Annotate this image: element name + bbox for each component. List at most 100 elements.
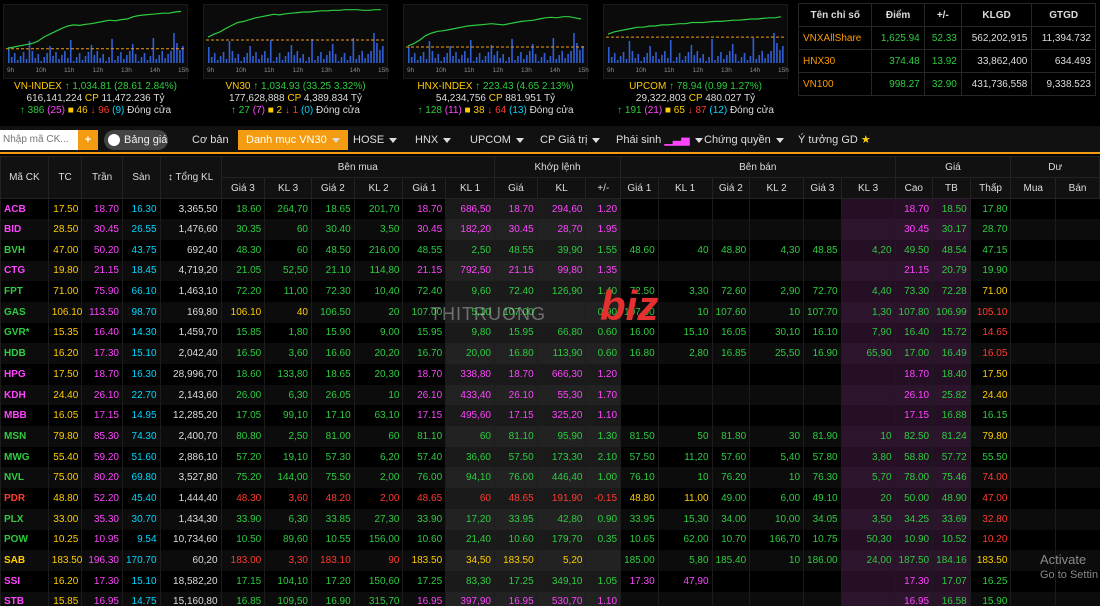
price-cell: 28.50 xyxy=(47,219,82,240)
price-cell: 16.90 xyxy=(311,591,355,606)
column-header[interactable]: KL 1 xyxy=(445,177,495,199)
symbol-input[interactable] xyxy=(0,130,78,150)
chevron-down-icon xyxy=(389,137,398,143)
tab-3[interactable]: UPCOM xyxy=(462,130,532,150)
stock-symbol[interactable]: FPT xyxy=(0,281,49,302)
stock-symbol[interactable]: BID xyxy=(0,219,49,240)
column-group-header[interactable]: Trần xyxy=(81,156,123,199)
index-card-vnindex[interactable]: 9h 10h 11h 12h 13h 14h 15h VN-INDEX ↑ 1,034.81 … xyxy=(3,4,189,120)
stock-row[interactable]: CTG 19.80 21.15 18.45 4,719,20 21.05 52,50 21.1… xyxy=(0,260,1100,282)
stock-symbol[interactable]: MWG xyxy=(0,446,49,468)
stock-symbol[interactable]: GVR* xyxy=(0,322,49,344)
column-group-header[interactable]: ↕ Tổng KL xyxy=(159,156,222,199)
column-header[interactable]: Bán xyxy=(1055,177,1100,199)
advancers-count: 128 xyxy=(425,105,442,116)
column-header[interactable]: Giá 1 xyxy=(402,177,447,199)
stock-row[interactable]: FPT 71.00 75.90 66.10 1,463,10 72.20 11,00 72.3… xyxy=(0,281,1100,302)
price-cell: 10,40 xyxy=(353,281,403,302)
stock-row[interactable]: MWG 55.40 59.20 51.60 2,886,10 57.20 19,10 57.3… xyxy=(0,446,1100,468)
stock-row[interactable]: SAB 183.50 196.30 170.70 60,20 183.00 3,30 183.… xyxy=(0,550,1100,571)
column-header[interactable]: KL xyxy=(536,177,587,199)
stock-row[interactable]: BVH 47.00 50.20 43.75 692,40 48.30 60 48.50 216,… xyxy=(0,239,1100,261)
stock-symbol[interactable]: KDH xyxy=(0,384,49,406)
stock-symbol[interactable]: PLX xyxy=(0,508,49,530)
stock-row[interactable]: BID 28.50 30.45 26.55 1,476,60 30.35 60 30.40 3,… xyxy=(0,219,1100,240)
summary-row[interactable]: HNX30 374.48 13.92 33,862,400 634.493 xyxy=(797,49,1096,73)
stock-symbol[interactable]: POW xyxy=(0,529,49,551)
stock-row[interactable]: ACB 17.50 18.70 16.30 3,365,50 18.60 264,70 18.… xyxy=(0,198,1100,220)
stock-symbol[interactable]: STB xyxy=(0,591,49,606)
tab-2[interactable]: HNX xyxy=(407,130,459,150)
stock-symbol[interactable]: MSN xyxy=(0,426,49,447)
summary-name: VNXAllShare xyxy=(797,26,873,50)
column-header[interactable]: +/- xyxy=(585,177,622,199)
price-cell: 196.30 xyxy=(81,550,123,571)
add-symbol-button[interactable]: + xyxy=(78,130,98,150)
column-group-header[interactable]: TC xyxy=(47,156,83,199)
stock-row[interactable]: KDH 24.40 26.10 22.70 2,143,60 26.00 6,30 26.05… xyxy=(0,384,1100,406)
stock-row[interactable]: GAS 106.10 113.50 98.70 169,80 106.10 40 106.50… xyxy=(0,301,1100,323)
tab-label: HNX xyxy=(415,134,439,146)
tab-6[interactable]: Chứng quyền xyxy=(696,130,792,150)
stock-row[interactable]: SSI 16.20 17.30 15.10 18,582,20 17.15 104,10 17… xyxy=(0,570,1100,592)
column-header[interactable]: KL 3 xyxy=(840,177,896,199)
column-header[interactable]: Thấp xyxy=(969,177,1012,199)
column-header[interactable]: KL 2 xyxy=(353,177,404,199)
price-cell: 17.15 xyxy=(494,405,538,427)
column-header[interactable]: Giá 2 xyxy=(711,177,751,199)
stock-symbol[interactable]: NVL xyxy=(0,467,49,489)
price-cell xyxy=(749,384,804,406)
price-cell: 126,90 xyxy=(536,281,586,302)
stock-symbol[interactable]: PDR xyxy=(0,488,49,509)
stock-symbol[interactable]: ACB xyxy=(0,198,49,220)
stock-row[interactable]: PDR 48.80 52.20 45.40 1,444,40 48.30 3,60 48.20… xyxy=(0,488,1100,509)
stock-row[interactable]: STB 15.85 16.95 14.75 15,160,80 16.85 109,50 16… xyxy=(0,591,1100,606)
stock-symbol[interactable]: BVH xyxy=(0,239,49,261)
summary-row[interactable]: VN100 998.27 32.90 431,736,558 9,338.523 xyxy=(797,72,1096,96)
volume-bar xyxy=(761,51,763,63)
price-cell: 17.07 xyxy=(932,570,971,592)
stock-symbol[interactable]: CTG xyxy=(0,260,49,282)
stock-row[interactable]: HDB 16.20 17.30 15.10 2,042,40 16.50 3,60 16.60… xyxy=(0,343,1100,364)
stock-symbol[interactable]: SSI xyxy=(0,570,49,592)
column-header[interactable]: Mua xyxy=(1010,177,1057,199)
stock-row[interactable]: MBB 16.05 17.15 14.95 12,285,20 17.05 99,10 17.… xyxy=(0,405,1100,427)
price-board: Mã CK TC Trần Sàn ↕ Tổng KL Bên mua Khớp lệnh B… xyxy=(0,156,1100,606)
stock-row[interactable]: NVL 75.00 80.20 69.80 3,527,80 75.20 144,00 75.… xyxy=(0,467,1100,489)
column-header[interactable]: KL 1 xyxy=(657,177,713,199)
stock-row[interactable]: POW 10.25 10.95 9.54 10,734,60 10.50 89,60 10.5… xyxy=(0,529,1100,551)
column-header[interactable]: Giá 1 xyxy=(620,177,659,199)
stock-symbol[interactable]: GAS xyxy=(0,301,49,323)
stock-symbol[interactable]: HDB xyxy=(0,343,49,364)
index-card-vn30[interactable]: 9h 10h 11h 12h 13h 14h 15h VN30 ↑ 1,034.93 (33.… xyxy=(203,4,389,120)
volume-bar xyxy=(425,59,428,63)
stock-row[interactable]: GVR* 15.35 16.40 14.30 1,459,70 15.85 1,80 15.9… xyxy=(0,322,1100,344)
tab-7[interactable]: Ý tưởng GD ★ xyxy=(790,130,879,150)
column-header[interactable]: Cao xyxy=(894,177,934,199)
column-header[interactable]: Giá 2 xyxy=(311,177,355,199)
tab-1[interactable]: HOSE xyxy=(345,130,405,150)
column-group-header[interactable]: Mã CK xyxy=(0,156,49,199)
index-card-upcom[interactable]: 9h 10h 11h 12h 13h 14h 15h UPCOM ↑ 78.94 (0.99 … xyxy=(603,4,789,120)
stock-symbol[interactable]: SAB xyxy=(0,550,49,571)
price-board-toggle[interactable]: Bảng giá xyxy=(104,130,168,150)
stock-row[interactable]: PLX 33.00 35.30 30.70 1,434,30 33.90 6,30 33.85… xyxy=(0,508,1100,530)
tab-0[interactable]: Danh mục VN30 xyxy=(238,130,348,150)
time-tick: 9h xyxy=(7,67,15,74)
column-header[interactable]: Giá 3 xyxy=(803,177,842,199)
price-cell: 30.45 xyxy=(81,219,123,240)
column-group-header[interactable]: Sàn xyxy=(121,156,161,199)
column-header[interactable]: Giá 3 xyxy=(220,177,266,199)
column-header[interactable]: Giá xyxy=(494,177,538,199)
column-header[interactable]: KL 2 xyxy=(749,177,805,199)
stock-symbol[interactable]: MBB xyxy=(0,405,49,427)
stock-row[interactable]: MSN 79.80 85.30 74.30 2,400,70 80.80 2,50 81.00… xyxy=(0,426,1100,447)
summary-row[interactable]: VNXAllShare 1,625.94 52.33 562,202,915 11,39… xyxy=(797,26,1096,50)
column-header[interactable]: TB xyxy=(932,177,971,199)
tab-4[interactable]: CP Giá trị xyxy=(532,130,608,150)
index-card-hnx[interactable]: 9h 10h 11h 12h 13h 14h 15h HNX-INDEX ↑ 223.43 (… xyxy=(403,4,589,120)
tab-co-ban[interactable]: Cơ bản xyxy=(184,130,237,150)
stock-symbol[interactable]: HPG xyxy=(0,364,49,385)
column-header[interactable]: KL 3 xyxy=(264,177,312,199)
stock-row[interactable]: HPG 17.50 18.70 16.30 28,996,70 18.60 133,80 18… xyxy=(0,364,1100,385)
